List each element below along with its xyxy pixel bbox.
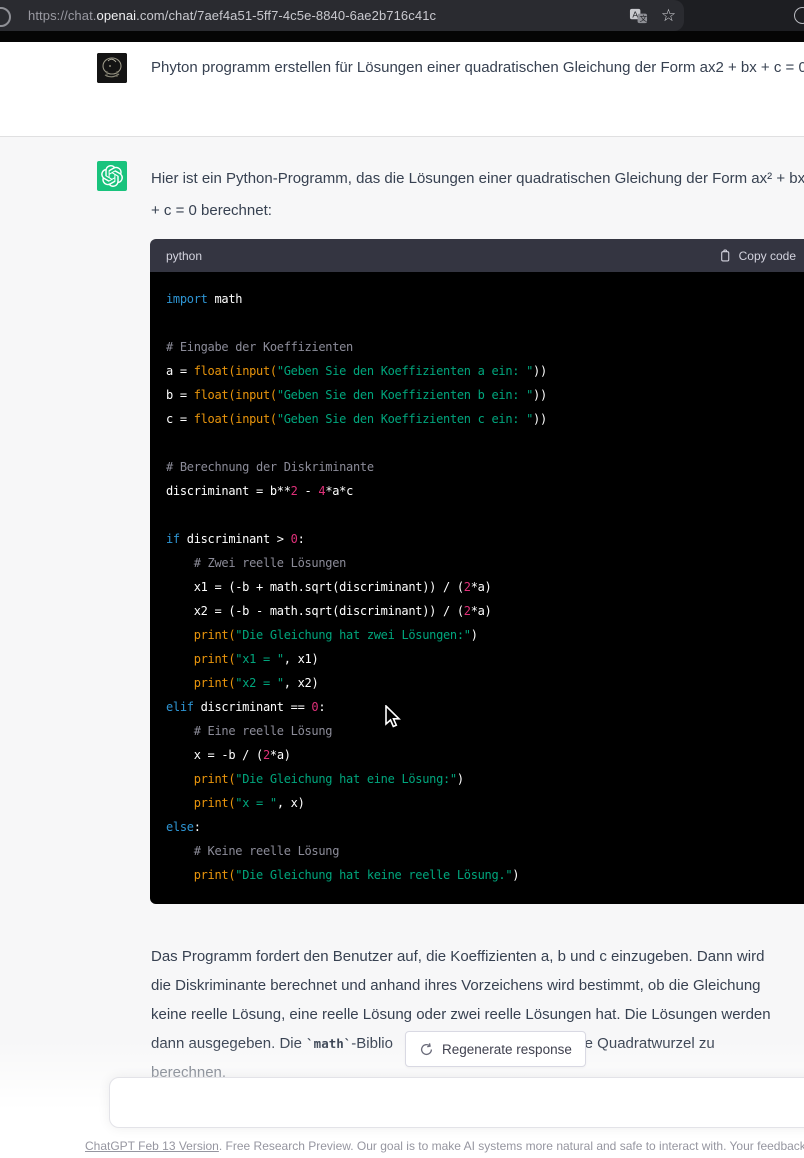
code-line: # Eine reelle Lösung (166, 719, 796, 743)
code-line: print("x = ", x) (166, 791, 796, 815)
code-block: python Copy code import math # Eingabe d… (150, 239, 804, 904)
code-line: a = float(input("Geben Sie den Koeffizie… (166, 359, 796, 383)
url-path: .com/chat/7aef4a51-5ff7-4c5e-8840-6ae2b7… (136, 8, 436, 23)
code-line: x1 = (-b + math.sqrt(discriminant)) / (2… (166, 575, 796, 599)
regenerate-response-button[interactable]: Regenerate response (405, 1031, 586, 1067)
code-line (166, 311, 796, 335)
user-avatar (97, 53, 127, 83)
code-line (166, 503, 796, 527)
mouse-cursor (385, 705, 403, 731)
code-line: c = float(input("Geben Sie den Koeffizie… (166, 407, 796, 431)
code-line: if discriminant > 0: (166, 527, 796, 551)
code-line: else: (166, 815, 796, 839)
footer-disclaimer: ChatGPT Feb 13 Version. Free Research Pr… (85, 1139, 804, 1153)
clipboard-icon (719, 248, 732, 263)
browser-toolbar: https://chat.openai.com/chat/7aef4a51-5f… (0, 0, 804, 31)
url-text[interactable]: https://chat.openai.com/chat/7aef4a51-5f… (28, 0, 436, 31)
assistant-intro-text: Hier ist ein Python-Programm, das die Lö… (151, 163, 804, 227)
outro-line-fragment: die Quadratwurzel zu (573, 1029, 715, 1058)
page-info-icon[interactable] (0, 7, 11, 27)
footer-version-link[interactable]: ChatGPT Feb 13 Version (85, 1139, 219, 1153)
user-message-row: Phyton programm erstellen für Lösungen e… (0, 42, 804, 136)
code-block-header: python Copy code (150, 239, 804, 272)
svg-text:文: 文 (639, 13, 647, 23)
top-divider (0, 31, 804, 42)
code-line: # Zwei reelle Lösungen (166, 551, 796, 575)
copy-code-button[interactable]: Copy code (719, 248, 796, 263)
openai-logo-icon (101, 165, 123, 187)
outro-line: Das Programm fordert den Benutzer auf, d… (151, 942, 804, 971)
footer-text: . Free Research Preview. Our goal is to … (219, 1139, 804, 1153)
url-scheme: https://chat. (28, 8, 97, 23)
url-domain: openai (97, 8, 137, 23)
code-line: # Keine reelle Lösung (166, 839, 796, 863)
code-line: discriminant = b**2 - 4*a*c (166, 479, 796, 503)
outro-line: die Diskriminante berechnet und anhand i… (151, 971, 804, 1000)
inline-code-math: `math` (306, 1036, 351, 1051)
regenerate-response-label: Regenerate response (442, 1042, 572, 1057)
bookmark-star-icon[interactable]: ☆ (659, 3, 678, 28)
code-line: x = -b / (2*a) (166, 743, 796, 767)
translate-icon[interactable]: A 文 (629, 6, 648, 25)
svg-text:A: A (632, 9, 638, 19)
code-line: # Eingabe der Koeffizienten (166, 335, 796, 359)
assistant-avatar (97, 161, 127, 191)
copy-code-label: Copy code (739, 249, 796, 263)
code-line: x2 = (-b - math.sqrt(discriminant)) / (2… (166, 599, 796, 623)
code-language-label: python (166, 249, 202, 263)
code-line: print("x1 = ", x1) (166, 647, 796, 671)
code-line: print("Die Gleichung hat zwei Lösungen:"… (166, 623, 796, 647)
code-line: # Berechnung der Diskriminante (166, 455, 796, 479)
refresh-icon (419, 1042, 434, 1057)
code-line: print("Die Gleichung hat eine Lösung:") (166, 767, 796, 791)
code-line: b = float(input("Geben Sie den Koeffizie… (166, 383, 796, 407)
assistant-message-row: Hier ist ein Python-Programm, das die Lö… (0, 136, 804, 1158)
code-line: print("Die Gleichung hat keine reelle Lö… (166, 863, 796, 887)
message-input[interactable] (109, 1077, 804, 1128)
address-bar[interactable]: https://chat.openai.com/chat/7aef4a51-5f… (0, 0, 684, 31)
code-line: print("x2 = ", x2) (166, 671, 796, 695)
code-body: import math # Eingabe der Koeffizientena… (150, 272, 804, 904)
code-line (166, 431, 796, 455)
user-message-text: Phyton programm erstellen für Lösungen e… (151, 52, 804, 84)
outro-line: keine reelle Lösung, eine reelle Lösung … (151, 1000, 804, 1029)
code-line: import math (166, 287, 796, 311)
extension-icon[interactable] (794, 7, 804, 24)
code-line: elif discriminant == 0: (166, 695, 796, 719)
